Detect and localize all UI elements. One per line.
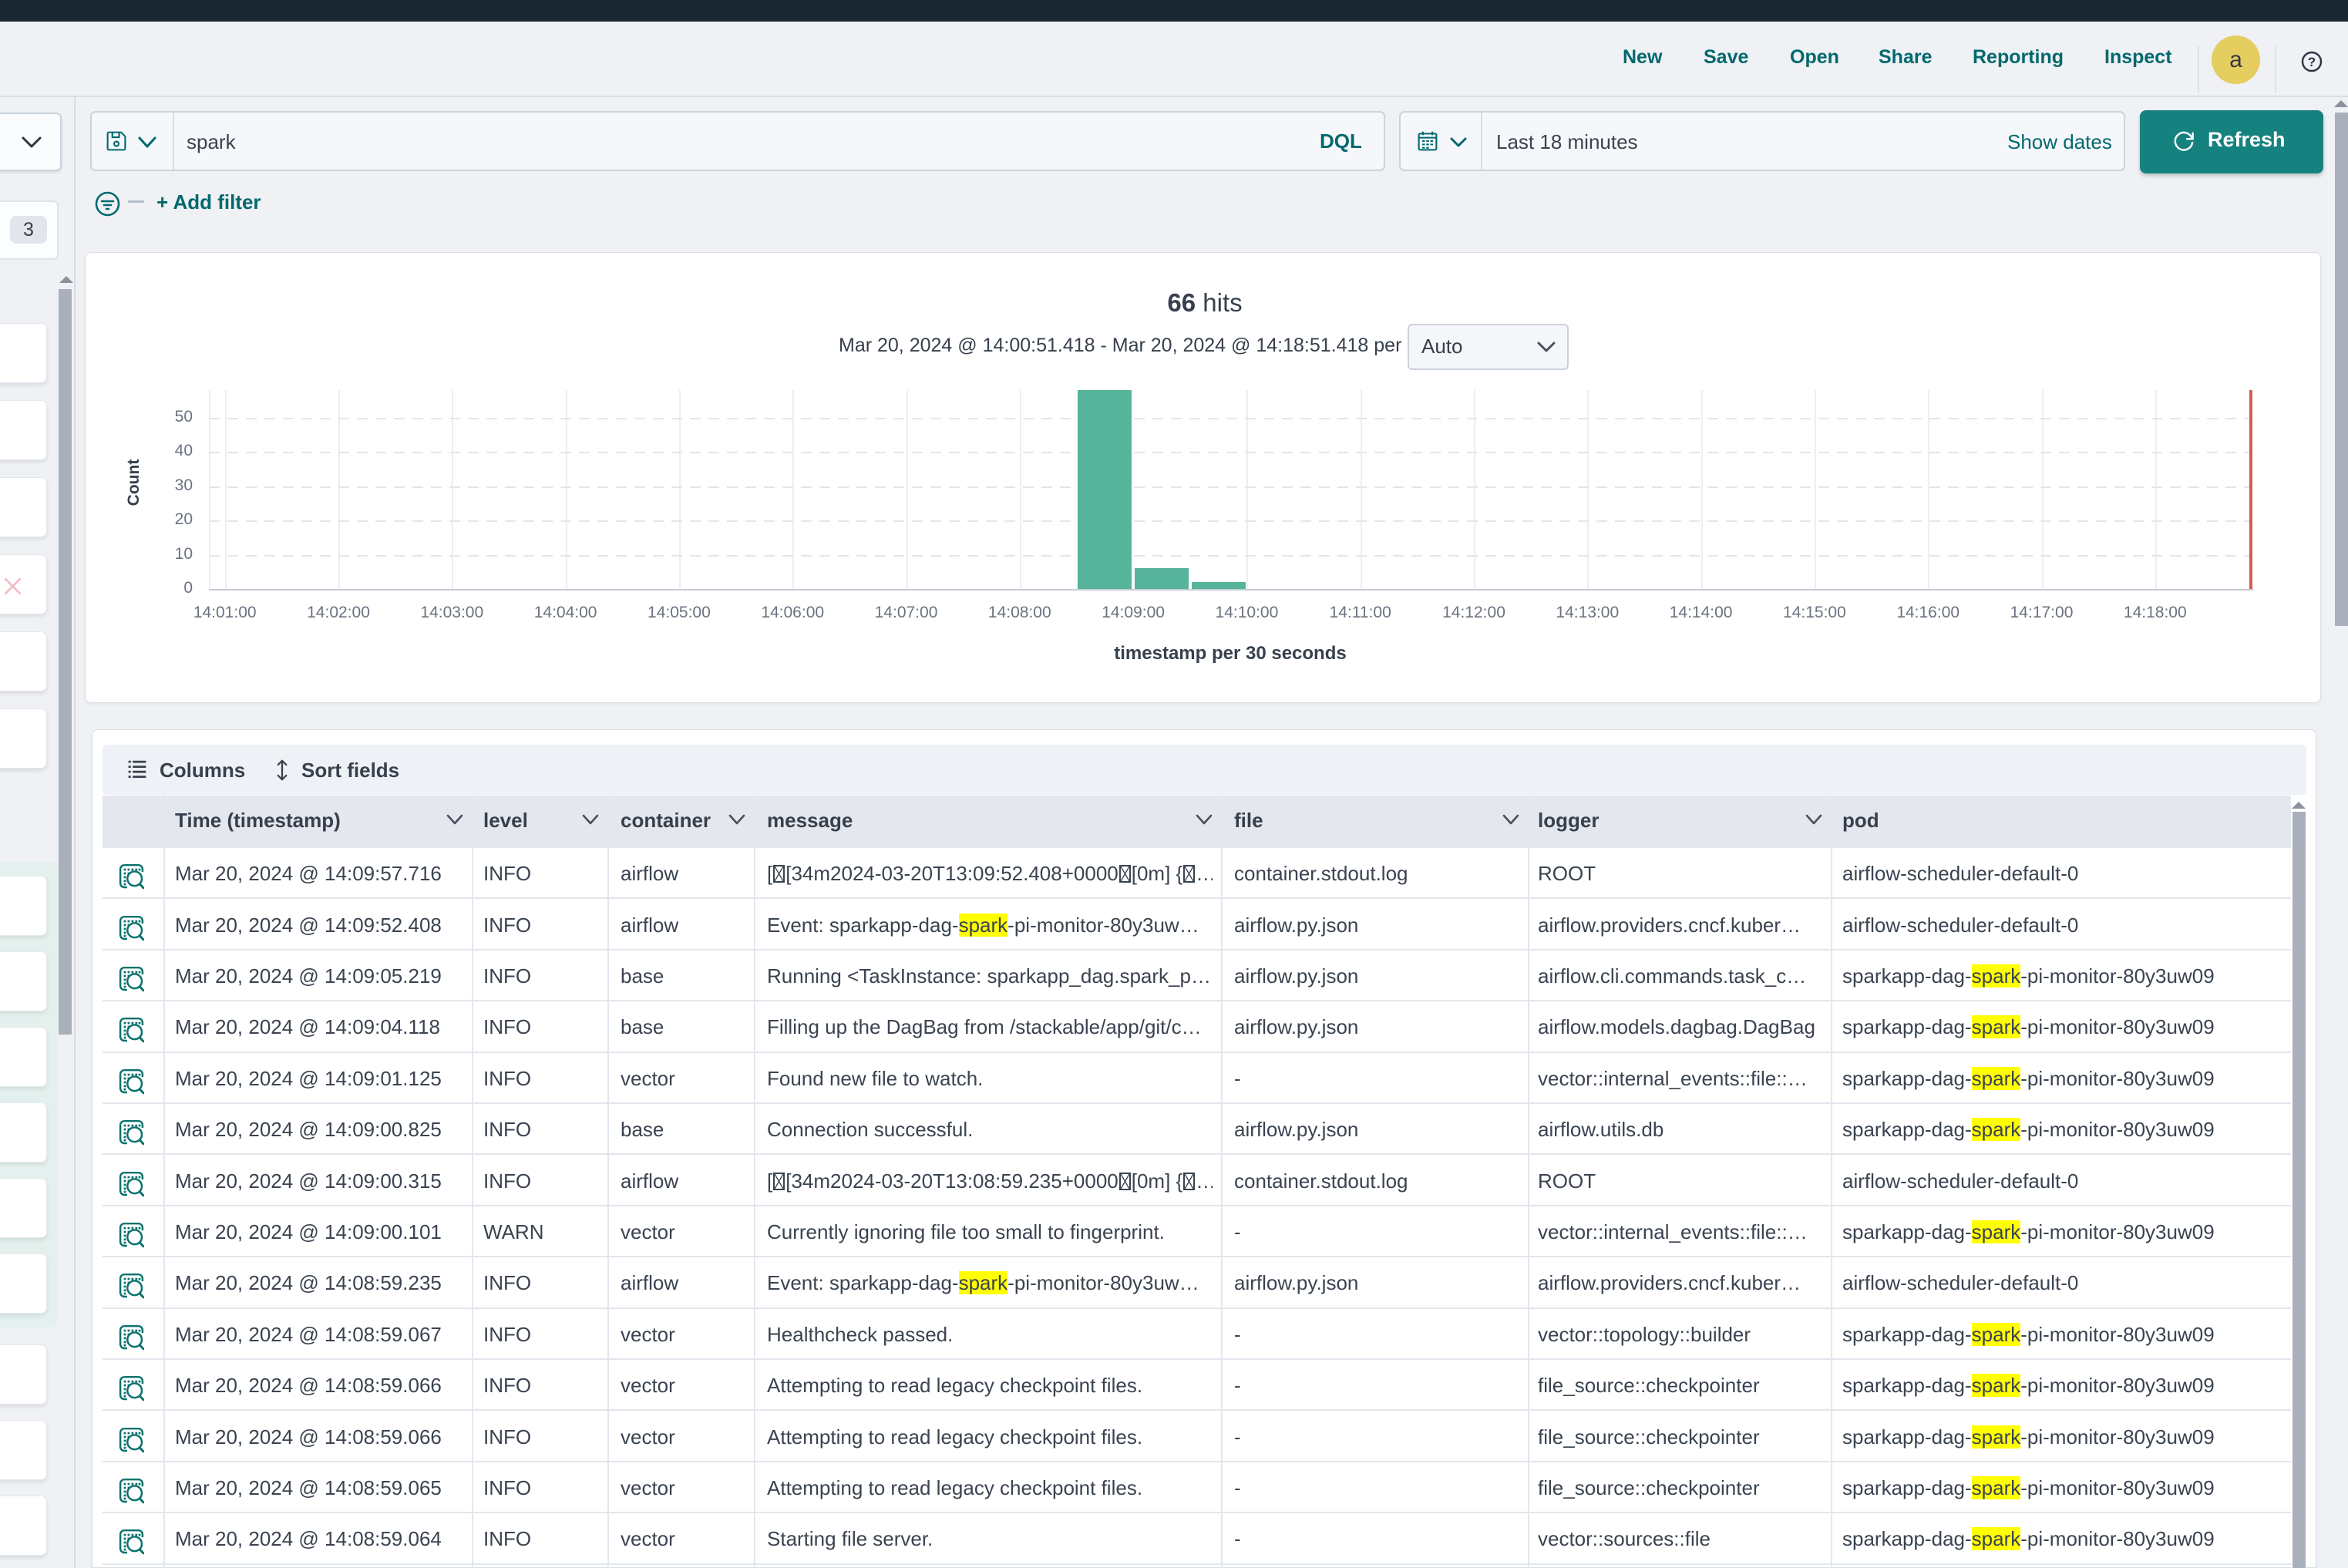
svg-text:?: ? xyxy=(2308,55,2316,69)
